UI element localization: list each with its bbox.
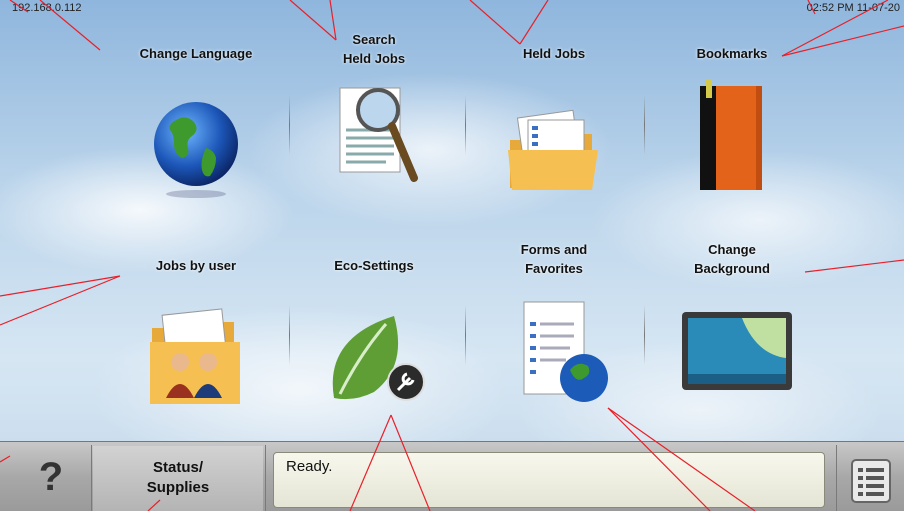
tile-jobs-by-user[interactable]: Jobs by user (106, 250, 286, 420)
status-message-box: Ready. (273, 452, 825, 508)
monitor-icon (682, 312, 792, 412)
folder-users-icon (146, 308, 246, 408)
list-menu-icon[interactable] (846, 456, 896, 506)
tile-bookmarks[interactable]: Bookmarks (642, 30, 822, 210)
tile-forms-and-favorites[interactable]: Forms and Favorites (464, 240, 644, 420)
bar-separator (836, 445, 837, 511)
column-divider (465, 95, 466, 155)
leaf-wrench-icon (324, 308, 425, 408)
tile-label: Search Held Jobs (342, 32, 406, 66)
bar-separator (265, 445, 266, 511)
folder-documents-icon (504, 100, 604, 200)
tile-change-language[interactable]: Change Language (106, 30, 286, 210)
book-icon (682, 80, 782, 190)
tile-label: Change Background (694, 242, 770, 276)
column-divider (644, 305, 645, 365)
tile-label: Held Jobs (522, 46, 586, 61)
tile-label: Forms and Favorites (520, 242, 588, 276)
tile-label: Jobs by user (155, 258, 237, 273)
ip-address: 192.168.0.112 (12, 2, 82, 14)
tile-held-jobs[interactable]: Held Jobs (464, 30, 644, 210)
form-globe-icon (504, 300, 608, 402)
column-divider (644, 95, 645, 155)
tile-eco-settings[interactable]: Eco-Settings (284, 250, 464, 420)
status-label-line1: Status/ (152, 459, 203, 476)
column-divider (289, 305, 290, 365)
status-supplies-button[interactable]: Status/ Supplies (93, 446, 263, 511)
home-screen: 192.168.0.112 02:52 PM 11-07-20 Change L… (0, 0, 904, 511)
tile-search-held-jobs[interactable]: Search Held Jobs (284, 30, 464, 210)
clock: 02:52 PM 11-07-20 (806, 2, 900, 14)
tile-label: Bookmarks (696, 46, 768, 61)
bar-separator (91, 445, 92, 511)
column-divider (465, 305, 466, 365)
status-label-line2: Supplies (146, 479, 210, 496)
status-message: Ready. (286, 458, 333, 475)
magnifier-document-icon (324, 82, 424, 182)
help-button[interactable]: ? (12, 444, 90, 511)
tile-label: Change Language (139, 46, 253, 61)
column-divider (289, 95, 290, 155)
tile-label: Eco-Settings (334, 258, 414, 273)
tile-change-background[interactable]: Change Background (642, 240, 822, 420)
globe-icon (146, 98, 246, 198)
